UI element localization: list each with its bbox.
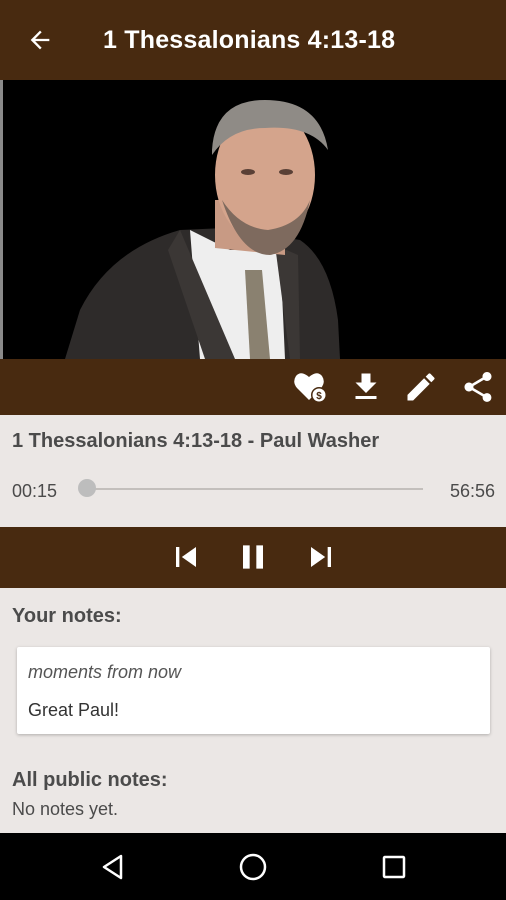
video-edge [0,80,3,359]
track-title: 1 Thessalonians 4:13-18 - Paul Washer [12,430,380,452]
seek-thumb[interactable] [78,479,97,497]
total-time: 56:56 [449,481,495,501]
note-timestamp: moments from now [28,662,182,682]
pause-icon [243,545,263,569]
skip-previous-icon [176,547,196,567]
speaker-video-frame [65,100,340,359]
playback-controls [0,527,506,588]
current-time: 00:15 [12,481,58,501]
next-button[interactable] [297,533,345,581]
donate-button[interactable]: $ [290,367,330,407]
user-note-card[interactable]: moments from now Great Paul! [17,647,490,734]
skip-next-icon [311,547,331,567]
recents-square-icon [382,855,406,879]
back-button[interactable] [0,0,80,80]
nav-recents-button[interactable] [370,844,418,890]
download-icon [355,373,377,399]
action-bar: $ [0,359,506,415]
note-text: Great Paul! [28,700,120,720]
svg-text:$: $ [316,391,322,402]
public-notes-empty: No notes yet. [12,799,119,819]
download-button[interactable] [346,367,386,407]
previous-button[interactable] [162,533,210,581]
player-panel: 1 Thessalonians 4:13-18 - Paul Washer 00… [0,415,506,527]
edit-icon [407,373,435,401]
nav-home-button[interactable] [229,844,277,890]
home-circle-icon [239,853,267,881]
arrow-back-icon [30,30,50,50]
system-nav-bar [0,833,506,900]
your-notes-label: Your notes: [12,605,122,627]
share-button[interactable] [458,367,498,407]
donate-heart-icon: $ [294,373,327,403]
edit-button[interactable] [401,367,441,407]
seek-bar[interactable] [86,488,423,490]
page-title: 1 Thessalonians 4:13-18 [103,25,396,54]
nav-back-button[interactable] [89,844,137,890]
public-notes-label: All public notes: [12,769,168,791]
notes-section: Your notes: moments from now Great Paul!… [0,588,506,833]
share-icon [464,372,492,402]
back-triangle-icon [102,854,123,880]
video-player[interactable] [0,80,506,359]
app-bar: 1 Thessalonians 4:13-18 [0,0,506,80]
pause-button[interactable] [229,533,277,581]
